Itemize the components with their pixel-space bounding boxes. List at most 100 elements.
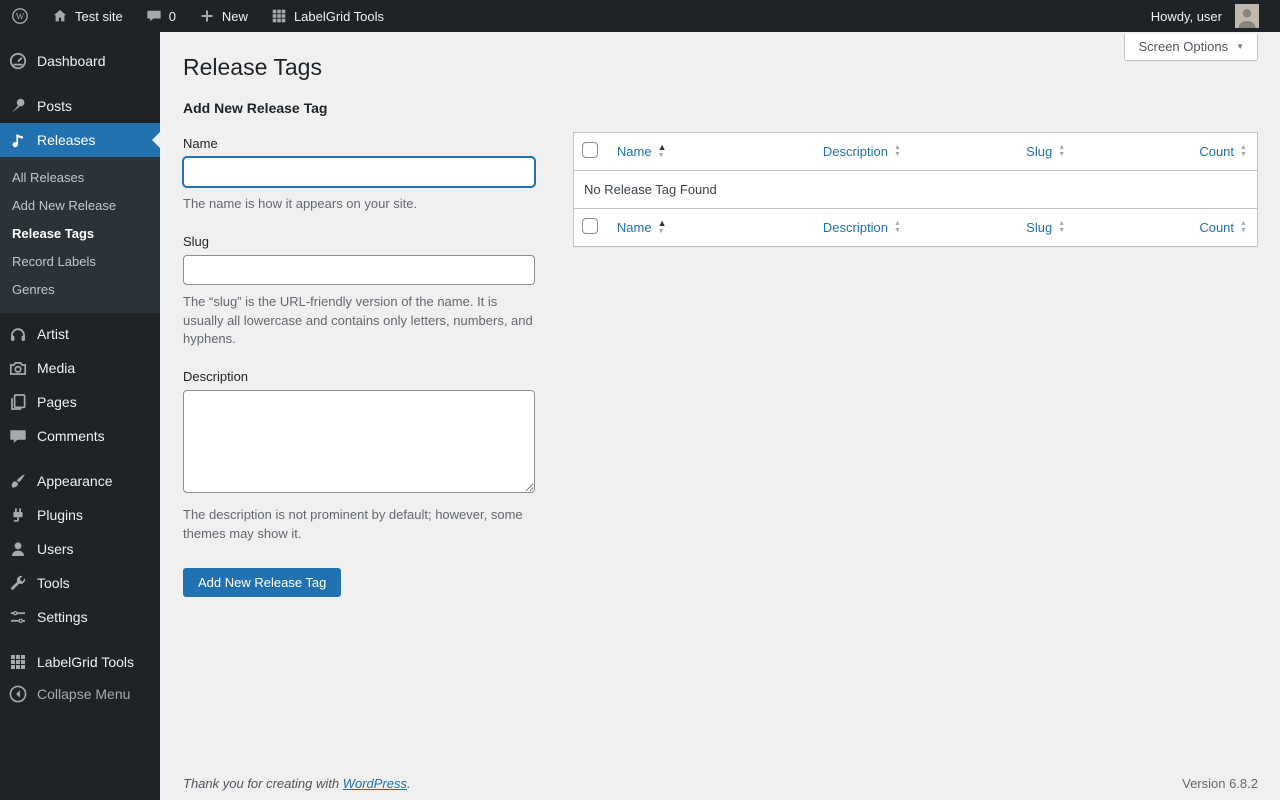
sidebar-item-label: Tools <box>37 575 70 591</box>
submenu-item-all-releases[interactable]: All Releases <box>0 164 160 192</box>
page-title: Release Tags <box>183 32 1258 83</box>
wordpress-logo-menu[interactable]: W <box>0 0 40 32</box>
sort-icons: ▲▼ <box>658 219 667 235</box>
release-tags-table: Name ▲▼ Description ▲▼ S <box>573 132 1258 247</box>
sidebar-item-label: Releases <box>37 132 95 148</box>
sidebar-item-settings[interactable]: Settings <box>0 600 160 634</box>
column-label: Name <box>617 220 652 235</box>
sidebar-item-label: Artist <box>37 326 69 342</box>
grid-icon <box>270 7 288 25</box>
sidebar-item-comments[interactable]: Comments <box>0 419 160 453</box>
sidebar-item-appearance[interactable]: Appearance <box>0 464 160 498</box>
sidebar-item-tools[interactable]: Tools <box>0 566 160 600</box>
comment-bubble-icon <box>8 426 28 446</box>
sort-icons: ▲▼ <box>894 220 901 234</box>
column-footer-name[interactable]: Name ▲▼ <box>617 219 667 235</box>
version-label: Version 6.8.2 <box>1182 776 1258 791</box>
sidebar-item-releases[interactable]: Releases <box>0 123 160 157</box>
column-header-description[interactable]: Description ▲▼ <box>823 144 901 159</box>
column-label: Slug <box>1026 144 1052 159</box>
column-footer-slug[interactable]: Slug ▲▼ <box>1026 220 1065 235</box>
sidebar-item-labelgrid-tools[interactable]: LabelGrid Tools <box>0 645 160 679</box>
table-header-row: Name ▲▼ Description ▲▼ S <box>574 133 1257 171</box>
select-all-checkbox-footer[interactable] <box>582 218 598 234</box>
column-header-name[interactable]: Name ▲▼ <box>617 143 667 159</box>
headphones-icon <box>8 324 28 344</box>
sidebar-item-label: Settings <box>37 609 88 625</box>
column-footer-count[interactable]: Count ▲▼ <box>1199 220 1247 235</box>
column-label: Count <box>1199 144 1234 159</box>
column-header-count[interactable]: Count ▲▼ <box>1199 144 1247 159</box>
sliders-icon <box>8 607 28 627</box>
screen-options-label: Screen Options <box>1138 39 1228 54</box>
sort-icons: ▲▼ <box>1058 144 1065 158</box>
sidebar-item-users[interactable]: Users <box>0 532 160 566</box>
submenu-item-genres[interactable]: Genres <box>0 276 160 304</box>
sidebar-item-label: Posts <box>37 98 72 114</box>
slug-help-text: The “slug” is the URL-friendly version o… <box>183 293 535 350</box>
description-help-text: The description is not prominent by defa… <box>183 506 535 544</box>
select-all-checkbox[interactable] <box>582 142 598 158</box>
column-label: Count <box>1199 220 1234 235</box>
column-label: Name <box>617 144 652 159</box>
sidebar-item-label: Media <box>37 360 75 376</box>
slug-input[interactable] <box>183 255 535 285</box>
comment-bubble-icon <box>145 7 163 25</box>
sidebar-item-artist[interactable]: Artist <box>0 317 160 351</box>
wordpress-link[interactable]: WordPress <box>343 776 407 791</box>
sort-icons: ▲▼ <box>1240 220 1247 234</box>
column-header-slug[interactable]: Slug ▲▼ <box>1026 144 1065 159</box>
new-label: New <box>222 9 248 24</box>
sidebar-item-dashboard[interactable]: Dashboard <box>0 44 160 78</box>
collapse-arrow-icon <box>8 684 28 704</box>
submenu-item-release-tags[interactable]: Release Tags <box>0 220 160 248</box>
site-name-menu[interactable]: Test site <box>40 0 134 32</box>
menu-separator <box>0 78 160 89</box>
chevron-down-icon: ▼ <box>1236 42 1244 51</box>
sidebar-item-plugins[interactable]: Plugins <box>0 498 160 532</box>
account-menu[interactable]: Howdy, user <box>1140 4 1280 28</box>
labelgrid-tools-menu[interactable]: LabelGrid Tools <box>259 0 395 32</box>
sort-icons: ▲▼ <box>1240 144 1247 158</box>
dashboard-icon <box>8 51 28 71</box>
add-tag-form: Add New Release Tag Name The name is how… <box>183 100 535 597</box>
menu-separator <box>0 634 160 645</box>
home-icon <box>51 7 69 25</box>
submenu-item-add-new-release[interactable]: Add New Release <box>0 192 160 220</box>
sidebar-item-pages[interactable]: Pages <box>0 385 160 419</box>
sidebar-item-media[interactable]: Media <box>0 351 160 385</box>
plus-icon <box>198 7 216 25</box>
admin-sidebar: Dashboard Posts Releases All Releases Ad… <box>0 32 160 800</box>
sidebar-item-label: Dashboard <box>37 53 106 69</box>
description-textarea[interactable] <box>183 390 535 493</box>
sidebar-item-label: Comments <box>37 428 105 444</box>
sort-icons: ▲▼ <box>894 144 901 158</box>
admin-footer: Thank you for creating with WordPress. V… <box>183 776 1258 791</box>
empty-row-message: No Release Tag Found <box>574 171 1257 208</box>
sort-icons: ▲▼ <box>658 143 667 159</box>
comment-count: 0 <box>169 9 176 24</box>
avatar <box>1235 4 1259 28</box>
sidebar-item-posts[interactable]: Posts <box>0 89 160 123</box>
user-icon <box>8 539 28 559</box>
column-label: Description <box>823 220 888 235</box>
sort-icons: ▲▼ <box>1058 220 1065 234</box>
column-label: Slug <box>1026 220 1052 235</box>
sidebar-item-collapse-menu[interactable]: Collapse Menu <box>0 677 160 711</box>
submenu-item-record-labels[interactable]: Record Labels <box>0 248 160 276</box>
labelgrid-tools-label: LabelGrid Tools <box>294 9 384 24</box>
column-footer-description[interactable]: Description ▲▼ <box>823 220 901 235</box>
name-input[interactable] <box>183 157 535 187</box>
footer-period: . <box>407 776 411 791</box>
releases-submenu: All Releases Add New Release Release Tag… <box>0 157 160 313</box>
grid-icon <box>8 652 28 672</box>
music-note-icon <box>8 130 28 150</box>
screen-options-button[interactable]: Screen Options ▼ <box>1124 34 1258 61</box>
comments-menu[interactable]: 0 <box>134 0 187 32</box>
new-content-menu[interactable]: New <box>187 0 259 32</box>
table-footer-row: Name ▲▼ Description ▲▼ S <box>574 208 1257 246</box>
empty-row: No Release Tag Found <box>574 171 1257 208</box>
plug-icon <box>8 505 28 525</box>
add-new-release-tag-button[interactable]: Add New Release Tag <box>183 568 341 597</box>
main-content: Screen Options ▼ Release Tags Add New Re… <box>160 32 1280 800</box>
